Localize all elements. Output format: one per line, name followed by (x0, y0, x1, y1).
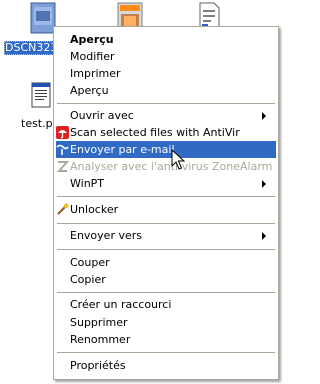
menu-item-label: Ouvrir avec (70, 109, 134, 122)
menu-item-copier[interactable]: Copier (56, 271, 276, 288)
menu-item-proprietes[interactable]: Propriétés (56, 357, 276, 374)
menu-separator (57, 223, 275, 224)
menu-separator (57, 352, 275, 353)
menu-item-label: Propriétés (70, 359, 126, 372)
menu-item-winpt[interactable]: WinPT (56, 175, 276, 192)
antivir-umbrella-icon (56, 126, 69, 139)
menu-item-label: Aperçu (70, 84, 109, 97)
menu-item-analyser-zonealarm: Analyser avec l'anti-virus ZoneAlarm (56, 158, 276, 175)
email-send-icon (56, 144, 69, 155)
menu-item-label: Scan selected files with AntiVir (70, 126, 240, 139)
submenu-arrow-icon (262, 180, 266, 188)
menu-separator (57, 196, 275, 197)
menu-item-label: WinPT (70, 177, 105, 190)
menu-item-ouvrir-avec[interactable]: Ouvrir avec (56, 107, 276, 124)
menu-item-unlocker[interactable]: Unlocker (56, 201, 276, 218)
menu-item-label: Supprimer (70, 316, 128, 329)
menu-item-label: Envoyer vers (70, 229, 142, 242)
menu-item-modifier[interactable]: Modifier (56, 48, 276, 65)
submenu-arrow-icon (262, 112, 266, 120)
menu-item-label: Imprimer (70, 67, 121, 80)
menu-separator (57, 292, 275, 293)
menu-item-renommer[interactable]: Renommer (56, 331, 276, 348)
menu-item-label: Modifier (70, 50, 115, 63)
menu-separator (57, 249, 275, 250)
menu-item-envoyer-vers[interactable]: Envoyer vers (56, 227, 276, 244)
menu-item-envoyer-email[interactable]: Envoyer par e-mail (56, 141, 276, 158)
zonealarm-icon (56, 161, 69, 172)
menu-item-label: Unlocker (70, 203, 119, 216)
menu-separator (57, 103, 275, 104)
text-file-icon[interactable] (31, 82, 51, 108)
menu-item-apercu-default[interactable]: Aperçu (56, 31, 276, 48)
menu-item-label: Envoyer par e-mail (70, 143, 175, 156)
menu-item-apercu[interactable]: Aperçu (56, 82, 276, 99)
mouse-pointer-icon (171, 149, 185, 170)
menu-item-label: Couper (70, 256, 110, 269)
menu-item-scan-antivir[interactable]: Scan selected files with AntiVir (56, 124, 276, 141)
menu-item-label: Créer un raccourci (70, 298, 172, 311)
menu-item-couper[interactable]: Couper (56, 254, 276, 271)
menu-item-creer-raccourci[interactable]: Créer un raccourci (56, 296, 276, 313)
menu-item-label: Aperçu (70, 33, 114, 46)
menu-item-supprimer[interactable]: Supprimer (56, 314, 276, 331)
submenu-arrow-icon (262, 232, 266, 240)
unlocker-wand-icon (57, 203, 69, 215)
menu-item-imprimer[interactable]: Imprimer (56, 65, 276, 82)
context-menu: Aperçu Modifier Imprimer Aperçu Ouvrir a… (53, 26, 279, 380)
menu-item-label: Renommer (70, 333, 131, 346)
desktop-icon-label[interactable]: test.p (21, 117, 55, 130)
menu-item-label: Copier (70, 273, 106, 286)
desktop-icon-label-selected[interactable]: DSCN323 (4, 41, 59, 55)
